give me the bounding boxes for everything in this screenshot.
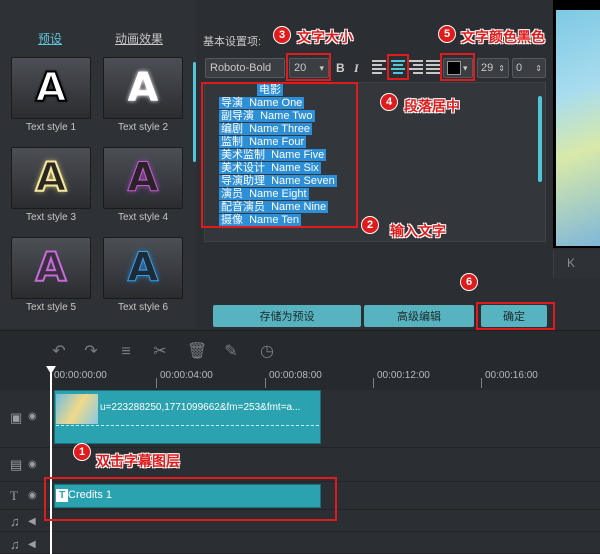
text-area-scrollbar[interactable]: [538, 96, 542, 182]
playhead[interactable]: [50, 370, 52, 554]
text-track-icon: T: [10, 488, 18, 503]
preview-image: [556, 10, 600, 246]
annotation-box-color: [440, 53, 475, 81]
text-style-6-card[interactable]: A: [103, 237, 183, 299]
text-style-2-card[interactable]: A: [103, 57, 183, 119]
text-style-3-label: Text style 3: [25, 212, 77, 223]
align-justify-icon[interactable]: [426, 60, 440, 74]
annotation-text-4: 段落居中: [404, 98, 460, 114]
font-select[interactable]: Roboto-Bold: [205, 58, 285, 78]
text-style-6-glyph: A: [127, 245, 159, 291]
ruler-tick: [481, 378, 482, 388]
annotation-text-5: 文字颜色黑色: [461, 29, 545, 45]
adjust-icon[interactable]: ≡: [117, 343, 135, 361]
preview-controls: [553, 250, 600, 278]
overlay-track-icon: ▤: [10, 457, 23, 472]
annotation-number-4: 4: [380, 93, 398, 111]
tab-animation[interactable]: 动画效果: [115, 30, 163, 47]
text-style-4-label: Text style 4: [117, 212, 169, 223]
video-thumbnail: [56, 394, 98, 424]
audio-track-2: [0, 532, 600, 554]
save-preset-button[interactable]: 存储为预设: [213, 305, 361, 327]
annotation-box-align: [387, 54, 409, 80]
annotation-text-3: 文字大小: [297, 29, 353, 45]
tick-label: 00:00:16:00: [485, 370, 538, 381]
text-style-4-glyph: A: [127, 155, 159, 201]
text-style-5-glyph: A: [35, 245, 68, 291]
annotation-number-5: 5: [438, 25, 456, 43]
clock-icon[interactable]: ◷: [258, 343, 276, 361]
text-style-1-glyph: A: [35, 65, 68, 111]
italic-button[interactable]: I: [354, 61, 359, 76]
text-style-1-card[interactable]: A: [11, 57, 91, 119]
annotation-text-1: 双击字幕图层: [96, 453, 180, 469]
tick-label: 00:00:12:00: [377, 370, 430, 381]
text-style-1-label: Text style 1: [25, 122, 77, 133]
speaker-icon[interactable]: ◀: [28, 539, 36, 550]
text-style-3-card[interactable]: A: [11, 147, 91, 209]
title-editor-window: 预设 动画效果 A Text style 1 A Text style 2 A …: [0, 0, 600, 554]
preview-key-label[interactable]: K: [567, 256, 575, 270]
delete-icon[interactable]: 🗑: [187, 343, 207, 361]
text-style-4-card[interactable]: A: [103, 147, 183, 209]
annotation-number-6: 6: [460, 273, 478, 291]
tab-presets[interactable]: 预设: [38, 30, 62, 47]
cut-icon[interactable]: ✂: [151, 343, 169, 361]
annotation-box-text: [201, 82, 358, 228]
eye-icon[interactable]: ◉: [28, 459, 37, 470]
undo-icon[interactable]: ↶: [50, 343, 68, 361]
video-clip-divider: [56, 425, 319, 426]
line-spacing-stepper[interactable]: 29 ⇕: [477, 58, 509, 78]
kerning-value: 0: [516, 62, 523, 74]
style-list-scrollbar[interactable]: [193, 62, 196, 162]
stepper-arrows-icon: ⇕: [498, 63, 505, 73]
annotation-box-size: [286, 53, 331, 81]
video-clip-name: u=223288250,1771099662&fm=253&fmt=a...: [100, 402, 301, 413]
ruler-tick: [156, 378, 157, 388]
kerning-stepper[interactable]: 0 ⇕: [512, 58, 546, 78]
align-right-icon[interactable]: [409, 60, 423, 74]
align-left-icon[interactable]: [372, 60, 386, 74]
text-style-3-glyph: A: [35, 155, 68, 201]
tick-label: 00:00:00:00: [54, 370, 107, 381]
stepper-arrows-icon: ⇕: [535, 63, 542, 73]
music-icon: ♫: [10, 514, 20, 529]
annotation-number-2: 2: [361, 216, 379, 234]
annotation-number-1: 1: [73, 443, 91, 461]
eye-icon[interactable]: ◉: [28, 490, 37, 501]
ruler-tick: [265, 378, 266, 388]
advanced-edit-button[interactable]: 高级编辑: [364, 305, 474, 327]
speaker-icon[interactable]: ◀: [28, 516, 36, 527]
video-track-icon: ▣: [10, 410, 23, 425]
ruler-tick: [373, 378, 374, 388]
tick-label: 00:00:08:00: [269, 370, 322, 381]
annotation-text-2: 输入文字: [390, 223, 446, 239]
eye-icon[interactable]: ◉: [28, 411, 37, 422]
text-style-6-label: Text style 6: [117, 302, 169, 313]
edit-icon[interactable]: ✎: [222, 343, 240, 361]
text-style-5-card[interactable]: A: [11, 237, 91, 299]
font-select-value: Roboto-Bold: [210, 62, 272, 74]
tick-label: 00:00:04:00: [160, 370, 213, 381]
line-spacing-value: 29: [481, 62, 494, 74]
bold-button[interactable]: B: [336, 61, 345, 75]
annotation-box-credits-layer: [44, 477, 337, 521]
annotation-box-ok: [476, 302, 555, 330]
text-style-5-label: Text style 5: [25, 302, 77, 313]
annotation-number-3: 3: [273, 26, 291, 44]
text-style-2-label: Text style 2: [117, 122, 169, 133]
redo-icon[interactable]: ↷: [82, 343, 100, 361]
settings-title: 基本设置项:: [203, 36, 262, 48]
music-icon: ♫: [10, 537, 20, 552]
text-style-2-glyph: A: [127, 65, 159, 111]
